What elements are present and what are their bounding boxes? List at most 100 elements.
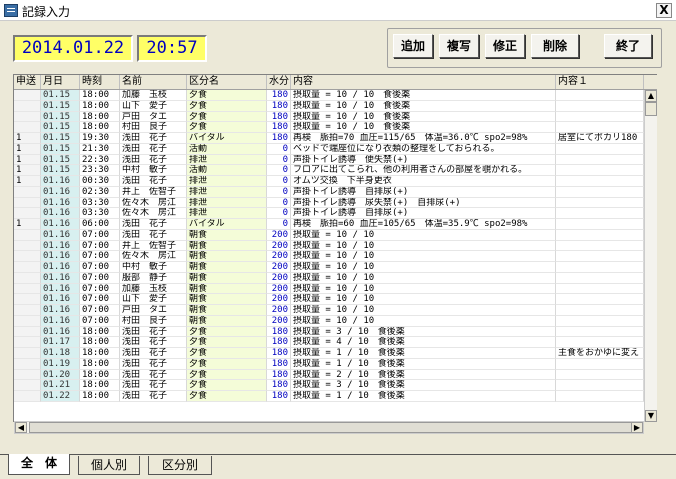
table-cell[interactable]: 摂取量 = 4 / 10 食後薬 [291,337,556,348]
table-row[interactable]: 01.18 18:00 浅田 花子 夕食 180 摂取量 = 1 / 10 食後薬 主食をお… [14,348,644,359]
table-cell[interactable]: 23:30 [80,165,120,176]
table-cell[interactable]: 18:00 [80,90,120,101]
table-cell[interactable] [14,122,41,133]
table-row[interactable]: 01.16 02:30 井上 佐智子 排泄 0 声掛トイレ誘導 自排尿(+) [14,186,644,198]
column-header[interactable]: 名前 [120,75,187,89]
table-cell[interactable] [14,294,41,305]
table-cell[interactable] [556,337,644,348]
table-cell[interactable]: 18:00 [80,337,120,348]
table-cell[interactable]: 0 [267,165,291,176]
table-cell[interactable] [556,369,644,381]
table-cell[interactable]: 山下 愛子 [120,100,187,112]
table-cell[interactable]: 180 [267,111,291,123]
table-cell[interactable]: 200 [267,294,291,305]
table-cell[interactable]: 02:30 [80,186,120,198]
table-cell[interactable] [556,176,644,187]
table-cell[interactable] [556,272,644,284]
table-cell[interactable]: 07:00 [80,229,120,241]
table-cell[interactable] [14,262,41,273]
table-cell[interactable]: 村田 良子 [120,315,187,327]
table-cell[interactable]: 01.17 [41,337,80,348]
table-cell[interactable]: 01.15 [41,154,80,166]
table-cell[interactable]: 浅田 花子 [120,326,187,338]
table-cell[interactable]: 夕食 [187,337,267,348]
delete-button[interactable]: 削除 [531,34,579,58]
table-cell[interactable]: 摂取量 = 10 / 10 [291,283,556,295]
table-cell[interactable]: 03:30 [80,197,120,209]
table-cell[interactable]: 排泄 [187,154,267,166]
tab-individual[interactable]: 個人別 [78,456,140,475]
table-cell[interactable] [556,380,644,391]
table-cell[interactable]: 1 [14,143,41,155]
table-cell[interactable]: 0 [267,154,291,166]
table-cell[interactable]: 摂取量 = 2 / 10 食後薬 [291,369,556,381]
table-cell[interactable] [556,165,644,176]
table-cell[interactable]: 01.15 [41,90,80,101]
table-cell[interactable]: 06:00 [80,219,120,230]
table-cell[interactable]: 07:00 [80,294,120,305]
table-cell[interactable]: 200 [267,315,291,327]
table-cell[interactable]: 朝食 [187,251,267,262]
scroll-thumb[interactable] [645,102,657,116]
table-cell[interactable]: 朝食 [187,240,267,252]
table-cell[interactable] [14,272,41,284]
table-cell[interactable]: 夕食 [187,391,267,402]
table-cell[interactable]: 01.16 [41,219,80,230]
column-header[interactable]: 申送 [14,75,41,89]
table-cell[interactable]: 200 [267,240,291,252]
table-cell[interactable] [556,186,644,198]
edit-button[interactable]: 修正 [485,34,525,58]
table-row[interactable]: 1 01.15 21:30 浅田 花子 活動 0 ベッドで端座位になり衣類の整理をしておられ… [14,143,644,155]
table-cell[interactable]: 01.16 [41,326,80,338]
table-cell[interactable] [14,208,41,219]
table-cell[interactable]: 浅田 花子 [120,348,187,359]
table-cell[interactable]: 18:00 [80,326,120,338]
table-cell[interactable]: 摂取量 = 10 / 10 食後薬 [291,111,556,123]
copy-button[interactable]: 複写 [439,34,479,58]
table-cell[interactable]: 01.16 [41,186,80,198]
table-row[interactable]: 01.15 18:00 戸田 タエ 夕食 180 摂取量 = 10 / 10 食後薬 [14,111,644,123]
table-cell[interactable]: 07:00 [80,262,120,273]
table-cell[interactable]: 180 [267,122,291,133]
table-row[interactable]: 01.16 07:00 加藤 玉枝 朝食 200 摂取量 = 10 / 10 [14,283,644,295]
table-cell[interactable]: 摂取量 = 10 / 10 [291,272,556,284]
table-cell[interactable]: 180 [267,348,291,359]
table-cell[interactable]: 山下 愛子 [120,294,187,305]
table-cell[interactable]: 夕食 [187,380,267,391]
table-cell[interactable]: 01.19 [41,358,80,370]
table-cell[interactable]: 180 [267,100,291,112]
tab-all[interactable]: 全 体 [8,454,70,475]
table-cell[interactable] [556,315,644,327]
table-row[interactable]: 01.21 18:00 浅田 花子 夕食 180 摂取量 = 3 / 10 食後薬 [14,380,644,391]
table-cell[interactable] [556,262,644,273]
table-row[interactable]: 1 01.16 00:30 浅田 花子 排泄 0 オムツ交換 下半身更衣 [14,176,644,187]
table-cell[interactable] [14,229,41,241]
table-cell[interactable]: 0 [267,176,291,187]
table-cell[interactable] [556,111,644,123]
table-cell[interactable]: 摂取量 = 10 / 10 [291,240,556,252]
table-cell[interactable]: 200 [267,272,291,284]
vertical-scrollbar[interactable]: ▲ ▼ [644,90,657,422]
table-cell[interactable] [14,305,41,316]
table-cell[interactable]: 18:00 [80,348,120,359]
table-row[interactable]: 01.16 07:00 服部 静子 朝食 200 摂取量 = 10 / 10 [14,272,644,284]
table-cell[interactable]: 1 [14,133,41,144]
table-row[interactable]: 01.15 18:00 山下 愛子 夕食 180 摂取量 = 10 / 10 食後薬 [14,100,644,112]
table-cell[interactable]: 01.15 [41,100,80,112]
table-cell[interactable]: 声掛トイレ誘導 自排尿(+) [291,208,556,219]
table-cell[interactable]: オムツ交換 下半身更衣 [291,176,556,187]
table-cell[interactable]: 01.16 [41,262,80,273]
table-row[interactable]: 01.16 07:00 山下 愛子 朝食 200 摂取量 = 10 / 10 [14,294,644,305]
tab-category[interactable]: 区分別 [148,456,212,475]
table-cell[interactable]: 排泄 [187,197,267,209]
table-cell[interactable]: 声掛トイレ誘導 尿失禁(+) 自排尿(+) [291,197,556,209]
table-cell[interactable]: 摂取量 = 1 / 10 食後薬 [291,358,556,370]
table-cell[interactable]: 180 [267,369,291,381]
table-row[interactable]: 01.17 18:00 浅田 花子 夕食 180 摂取量 = 4 / 10 食後薬 [14,337,644,348]
table-cell[interactable]: 01.16 [41,305,80,316]
close-button[interactable]: X [656,3,672,18]
table-cell[interactable]: 摂取量 = 10 / 10 [291,229,556,241]
table-cell[interactable]: 朝食 [187,315,267,327]
table-cell[interactable]: 夕食 [187,122,267,133]
table-cell[interactable] [14,283,41,295]
